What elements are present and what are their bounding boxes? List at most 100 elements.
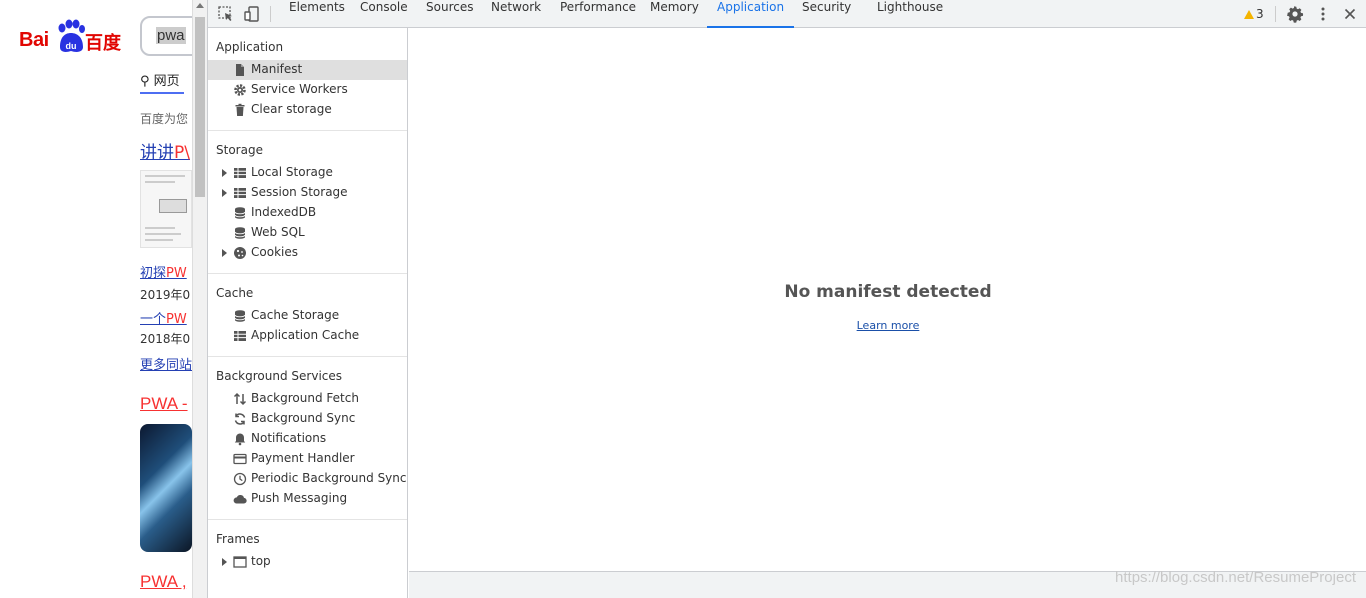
baidu-logo[interactable]: Bai du 百度 — [19, 19, 129, 55]
section-divider — [208, 273, 407, 274]
devtools-panel: Elements Console Sources Network Perform… — [207, 0, 1366, 598]
table-grid-icon — [234, 331, 246, 341]
watermark: https://blog.csdn.net/ResumeProject — [1115, 569, 1356, 586]
up-down-arrows-icon — [233, 392, 247, 406]
result-1-date-2: 2018年0 — [140, 332, 191, 346]
result-1-title[interactable]: 讲讲P\ — [140, 138, 190, 163]
result-1-title-b: P\ — [174, 143, 190, 163]
sidebar-item-label: top — [251, 554, 271, 568]
device-toolbar-icon[interactable] — [243, 5, 261, 23]
sidebar-item-session-storage[interactable]: Session Storage — [208, 183, 407, 203]
sidebar-item-clear-storage[interactable]: Clear storage — [208, 100, 407, 120]
result-1-more-link[interactable]: 更多同站 — [140, 354, 192, 373]
sidebar-item-application-cache[interactable]: Application Cache — [208, 326, 407, 346]
scroll-up-arrow-icon[interactable] — [196, 3, 204, 8]
sub2-a: 一个 — [140, 312, 167, 327]
sidebar-item-indexeddb[interactable]: IndexedDB — [208, 203, 407, 223]
sidebar-item-label: Web SQL — [251, 225, 305, 239]
tab-elements[interactable]: Elements — [279, 0, 355, 28]
expand-arrow-icon[interactable] — [222, 189, 227, 197]
result-1-sublink-2[interactable]: 一个PW — [140, 308, 187, 327]
section-title-frames: Frames — [216, 532, 260, 546]
result-2-thumbnail[interactable] — [140, 424, 192, 552]
logo-text-chinese: 百度 — [85, 33, 121, 54]
section-title-background-services: Background Services — [216, 369, 343, 383]
cloud-icon — [233, 495, 247, 504]
trash-icon — [235, 103, 245, 116]
sidebar-item-label: Manifest — [251, 62, 303, 76]
settings-gear-icon[interactable] — [1286, 5, 1304, 23]
manifest-view: No manifest detected Learn more — [409, 28, 1366, 571]
expand-arrow-icon[interactable] — [222, 249, 227, 257]
tab-sources[interactable]: Sources — [416, 0, 483, 28]
table-grid-icon — [234, 168, 246, 178]
sidebar-item-manifest[interactable]: Manifest — [208, 60, 407, 80]
sidebar-item-notifications[interactable]: Notifications — [208, 429, 407, 449]
sidebar-item-label: Cache Storage — [251, 308, 340, 322]
database-icon — [234, 310, 246, 322]
warning-icon — [1244, 10, 1254, 19]
more-options-icon[interactable] — [1314, 5, 1332, 23]
tab-security[interactable]: Security — [792, 0, 861, 28]
warnings-counter[interactable]: 3 — [1244, 7, 1264, 21]
tab-web[interactable]: ⚲ 网页 — [140, 70, 180, 89]
sidebar-item-push-messaging[interactable]: Push Messaging — [208, 489, 407, 509]
tab-performance[interactable]: Performance — [550, 0, 646, 28]
close-icon[interactable] — [1341, 5, 1359, 23]
tab-console[interactable]: Console — [350, 0, 418, 28]
section-title-storage: Storage — [216, 143, 263, 157]
tab-network[interactable]: Network — [481, 0, 551, 28]
sidebar-item-label: Payment Handler — [251, 451, 355, 465]
section-divider — [208, 356, 407, 357]
search-input[interactable]: pwa — [140, 16, 192, 56]
sidebar-item-label: Local Storage — [251, 165, 333, 179]
sidebar-item-cache-storage[interactable]: Cache Storage — [208, 306, 407, 326]
section-title-cache: Cache — [216, 286, 254, 300]
sidebar-item-label: Push Messaging — [251, 491, 348, 505]
sidebar-item-label: IndexedDB — [251, 205, 317, 219]
learn-more-link[interactable]: Learn more — [409, 319, 1366, 332]
sidebar-item-label: Notifications — [251, 431, 327, 445]
sidebar-item-label: Background Sync — [251, 411, 356, 425]
credit-card-icon — [233, 453, 247, 465]
toolbar-separator — [270, 6, 271, 22]
sidebar-item-background-sync[interactable]: Background Sync — [208, 409, 407, 429]
sidebar-item-web-sql[interactable]: Web SQL — [208, 223, 407, 243]
devtools-tabbar: Elements Console Sources Network Perform… — [208, 0, 1366, 28]
sidebar-item-label: Service Workers — [251, 82, 348, 96]
result-3-title[interactable]: PWA , — [140, 572, 187, 592]
sidebar-item-label: Periodic Background Sync — [251, 471, 407, 485]
sidebar-item-service-workers[interactable]: Service Workers — [208, 80, 407, 100]
result-1-thumbnail[interactable] — [140, 170, 192, 248]
tab-application[interactable]: Application — [707, 0, 795, 28]
result-1-title-a: 讲讲 — [140, 143, 174, 163]
tab-lighthouse[interactable]: Lighthouse — [867, 0, 953, 28]
expand-arrow-icon[interactable] — [222, 558, 227, 566]
toolbar-separator-right — [1275, 6, 1276, 22]
clock-icon — [233, 472, 247, 486]
sidebar-item-background-fetch[interactable]: Background Fetch — [208, 389, 407, 409]
sub2-b: PW — [166, 312, 187, 327]
sidebar-item-local-storage[interactable]: Local Storage — [208, 163, 407, 183]
sidebar-item-frame-top[interactable]: top — [208, 552, 407, 572]
sidebar-item-label: Background Fetch — [251, 391, 359, 405]
tab-memory[interactable]: Memory — [640, 0, 709, 28]
inspect-element-icon[interactable] — [217, 5, 235, 23]
sidebar-item-payment-handler[interactable]: Payment Handler — [208, 449, 407, 469]
expand-arrow-icon[interactable] — [222, 169, 227, 177]
baidu-page: Bai du 百度 pwa ⚲ 网页 百度为您 讲讲P\ 初探PW 2019年0… — [0, 0, 192, 598]
warning-count: 3 — [1256, 7, 1264, 21]
application-sidebar: Application Manifest Service Workers Cle… — [208, 28, 408, 598]
sidebar-item-periodic-background-sync[interactable]: Periodic Background Sync — [208, 469, 407, 489]
bell-icon — [234, 433, 246, 446]
result-2-title[interactable]: PWA - — [140, 394, 188, 414]
result-1-date-1: 2019年0 — [140, 288, 191, 302]
sidebar-item-cookies[interactable]: Cookies — [208, 243, 407, 263]
scrollbar-thumb[interactable] — [195, 17, 205, 197]
document-icon — [236, 64, 244, 76]
database-icon — [234, 207, 246, 219]
result-1-sublink-1[interactable]: 初探PW — [140, 262, 187, 281]
sidebar-item-label: Cookies — [251, 245, 298, 259]
database-icon — [234, 227, 246, 239]
page-scrollbar[interactable] — [192, 0, 207, 598]
